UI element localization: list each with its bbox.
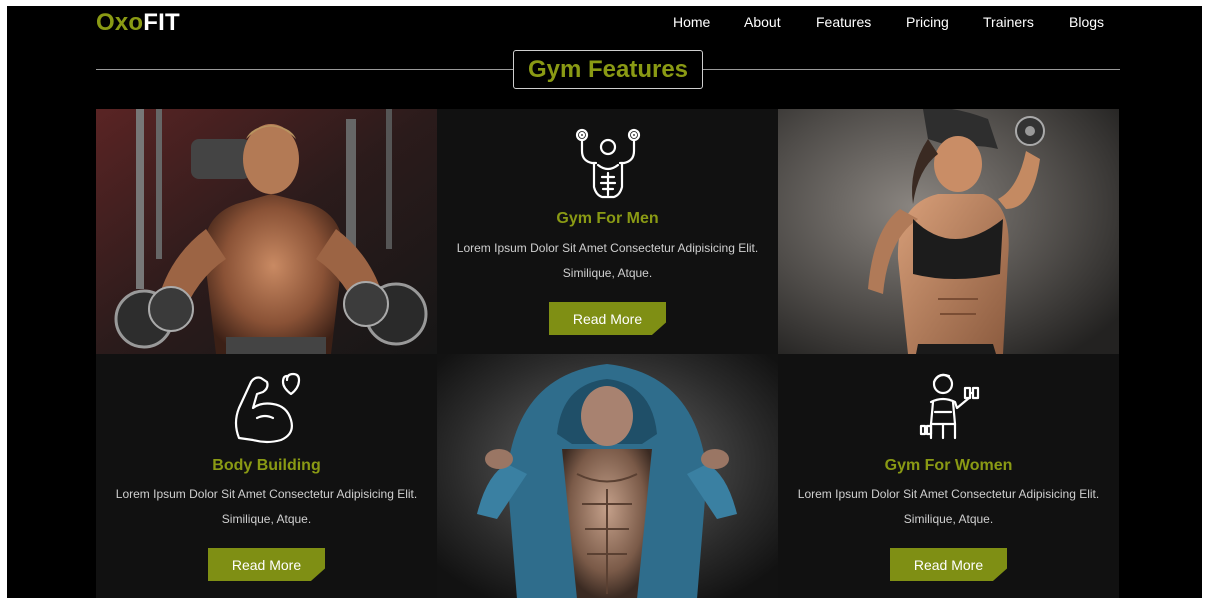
muscle-man-icon xyxy=(437,123,778,203)
card-title: Body Building xyxy=(212,457,321,474)
nav-about[interactable]: About xyxy=(744,14,781,30)
card-description-line1: Lorem Ipsum Dolor Sit Amet Consectetur A… xyxy=(797,487,1100,501)
section-heading: Gym Features xyxy=(513,50,703,89)
main-nav: Home About Features Pricing Trainers Blo… xyxy=(7,14,1202,36)
read-more-button[interactable]: Read More xyxy=(208,548,325,581)
card-title: Gym For Men xyxy=(556,210,659,227)
heading-rule-right xyxy=(703,69,1120,70)
nav-home[interactable]: Home xyxy=(673,14,710,30)
card-description-line2: Similique, Atque. xyxy=(221,512,312,526)
card-description-line2: Similique, Atque. xyxy=(562,266,653,280)
page-frame: OxoFIT Home About Features Pricing Train… xyxy=(7,6,1202,598)
nav-features[interactable]: Features xyxy=(816,14,871,30)
card-description: Lorem Ipsum Dolor Sit Amet Consectetur A… xyxy=(445,236,770,286)
photo-man-dumbbells xyxy=(96,109,437,354)
card-description-line1: Lorem Ipsum Dolor Sit Amet Consectetur A… xyxy=(456,241,759,255)
card-description: Lorem Ipsum Dolor Sit Amet Consectetur A… xyxy=(786,482,1111,532)
card-description-line2: Similique, Atque. xyxy=(903,512,994,526)
nav-trainers[interactable]: Trainers xyxy=(983,14,1034,30)
nav-blogs[interactable]: Blogs xyxy=(1069,14,1104,30)
heading-rule-left xyxy=(96,69,513,70)
read-more-button[interactable]: Read More xyxy=(549,302,666,335)
nav-pricing[interactable]: Pricing xyxy=(906,14,949,30)
feature-card-gym-for-men: Gym For Men Lorem Ipsum Dolor Sit Amet C… xyxy=(437,109,778,354)
feature-card-body-building: Body Building Lorem Ipsum Dolor Sit Amet… xyxy=(96,354,437,598)
read-more-button[interactable]: Read More xyxy=(890,548,1007,581)
photo-woman-dumbbell xyxy=(778,109,1119,354)
feature-card-gym-for-women: Gym For Women Lorem Ipsum Dolor Sit Amet… xyxy=(778,354,1119,598)
photo-man-hoodie xyxy=(437,354,778,598)
card-description-line1: Lorem Ipsum Dolor Sit Amet Consectetur A… xyxy=(115,487,418,501)
card-title: Gym For Women xyxy=(884,457,1013,474)
card-description: Lorem Ipsum Dolor Sit Amet Consectetur A… xyxy=(104,482,429,532)
woman-dumbbell-icon xyxy=(778,368,1119,448)
flexed-arm-heart-icon xyxy=(96,368,437,448)
